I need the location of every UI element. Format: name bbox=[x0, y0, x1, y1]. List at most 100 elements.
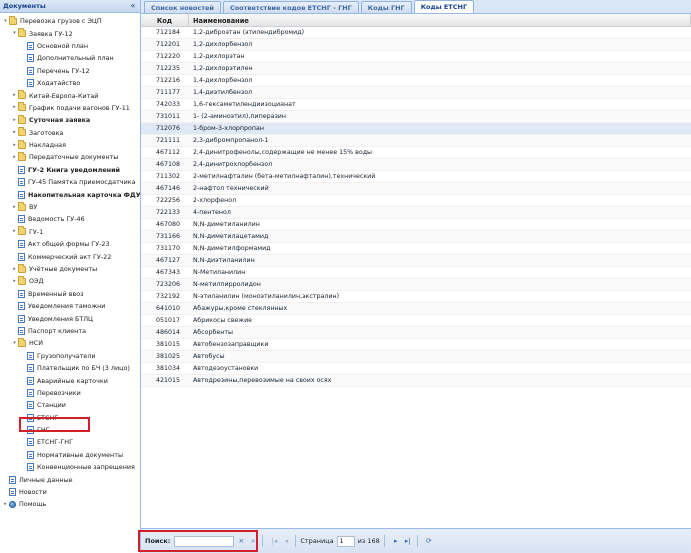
table-row[interactable]: 731011 1- (2-аминоэтил),пиперазин bbox=[141, 111, 691, 123]
tree-item[interactable]: ГНГ bbox=[0, 424, 140, 436]
tree-item[interactable]: Перечень ГУ-12 bbox=[0, 65, 140, 77]
collapse-icon[interactable]: « bbox=[128, 1, 138, 11]
tree-item[interactable]: Плательщик по БЧ (3 лицо) bbox=[0, 362, 140, 374]
tree-item[interactable]: Нормативные документы bbox=[0, 449, 140, 461]
table-row[interactable]: 711177 1,4-диэтилбензол bbox=[141, 87, 691, 99]
table-row[interactable]: 721111 2,3-дибромпропанол-1 bbox=[141, 135, 691, 147]
table-row[interactable]: 467127 N,N-диэтиланилин bbox=[141, 255, 691, 267]
tree-item[interactable]: ▸ ОЭД bbox=[0, 275, 140, 287]
search-icon[interactable]: ⌕ bbox=[248, 536, 258, 546]
tree-item[interactable]: Дополнительный план bbox=[0, 52, 140, 64]
expand-node-icon[interactable]: ▸ bbox=[11, 278, 18, 285]
table-row[interactable]: 712220 1,2-дихлорэтан bbox=[141, 51, 691, 63]
tree-item[interactable]: Личные данные bbox=[0, 473, 140, 485]
tree-item[interactable]: Основной план bbox=[0, 40, 140, 52]
expand-node-icon[interactable]: ▸ bbox=[11, 117, 18, 124]
table-row[interactable]: 731166 N,N-диметилацетамид bbox=[141, 231, 691, 243]
column-header-name[interactable]: Наименование bbox=[189, 14, 691, 27]
tree-item[interactable]: ГУ-2 Книга уведомлений bbox=[0, 164, 140, 176]
prev-page-icon[interactable]: ◂ bbox=[281, 536, 291, 546]
search-input[interactable] bbox=[174, 535, 235, 547]
tree-item[interactable]: Акт общей формы ГУ-23 bbox=[0, 238, 140, 250]
tree-item[interactable]: Аварийные карточки bbox=[0, 374, 140, 386]
tree-item[interactable]: Станции bbox=[0, 399, 140, 411]
table-row[interactable]: 467080 N,N-диметиланилин bbox=[141, 219, 691, 231]
tab-etsng-gng-mapping[interactable]: Соответствие кодов ЕТСНГ - ГНГ bbox=[222, 1, 359, 13]
tree-item[interactable]: Перевозчики bbox=[0, 387, 140, 399]
expand-node-icon[interactable]: ▸ bbox=[2, 501, 9, 508]
table-row[interactable]: 712235 1,2-дихлорэтилен bbox=[141, 63, 691, 75]
tab-etsng-codes[interactable]: Коды ЕТСНГ bbox=[413, 0, 475, 13]
tree-item[interactable]: ▸ Заготовка bbox=[0, 127, 140, 139]
collapse-node-icon[interactable]: ▾ bbox=[2, 18, 9, 25]
table-row[interactable]: 722133 4-пентенол bbox=[141, 207, 691, 219]
expand-node-icon[interactable]: ▸ bbox=[11, 154, 18, 161]
tree-item[interactable]: Временный ввоз bbox=[0, 288, 140, 300]
tree-item[interactable]: Накопительная карточка ФДУ- bbox=[0, 188, 140, 200]
tree-item[interactable]: ▸ Помощь bbox=[0, 498, 140, 510]
expand-node-icon[interactable]: ▸ bbox=[11, 204, 18, 211]
table-row[interactable]: 722256 2-хлорфенол bbox=[141, 195, 691, 207]
collapse-node-icon[interactable]: ▾ bbox=[11, 30, 18, 37]
clear-search-icon[interactable]: × bbox=[236, 536, 246, 546]
expand-node-icon[interactable]: ▸ bbox=[11, 92, 18, 99]
table-row[interactable]: 712201 1,2-дихлорбензол bbox=[141, 39, 691, 51]
tree-item[interactable]: Грузополучатели bbox=[0, 350, 140, 362]
table-row[interactable]: 467108 2,4-динитрохлорбензол bbox=[141, 159, 691, 171]
table-row[interactable]: 742033 1,6-гексаметилендиизоцианат bbox=[141, 99, 691, 111]
tree-item[interactable]: ▸ Учётные документы bbox=[0, 263, 140, 275]
table-row[interactable]: 486014 Абсорбенты bbox=[141, 327, 691, 339]
tree-item[interactable]: ЕТСНГ-ГНГ bbox=[0, 436, 140, 448]
table-row[interactable]: 381034 Автодезоустановки bbox=[141, 363, 691, 375]
table-row[interactable]: 641010 Абажуры,кроме стеклянных bbox=[141, 303, 691, 315]
page-number-input[interactable] bbox=[336, 535, 355, 547]
tree-item[interactable]: ▸ Накладная bbox=[0, 139, 140, 151]
tree-item[interactable]: Паспорт клиента bbox=[0, 325, 140, 337]
last-page-icon[interactable]: ▸| bbox=[403, 536, 413, 546]
expand-node-icon[interactable]: ▸ bbox=[11, 266, 18, 273]
table-row[interactable]: 732192 N-этиланилин (моноэтиланилин,экстр… bbox=[141, 291, 691, 303]
tree-item[interactable]: Уведомления таможни bbox=[0, 300, 140, 312]
tree-item[interactable]: Конвенционные запрещения bbox=[0, 461, 140, 473]
table-row[interactable]: 723206 N-метилпирролидон bbox=[141, 279, 691, 291]
tab-news-list[interactable]: Список новостей bbox=[144, 1, 221, 13]
table-row[interactable]: 711302 2-метилнафталин (бета-метилнафтали… bbox=[141, 171, 691, 183]
tree-item[interactable]: ▾ Заявка ГУ-12 bbox=[0, 27, 140, 39]
table-row[interactable]: 467146 2-нафтол технический bbox=[141, 183, 691, 195]
table-row[interactable]: 731170 N,N-диметилформамид bbox=[141, 243, 691, 255]
tree-item[interactable]: ▸ Китай-Европа-Китай bbox=[0, 89, 140, 101]
expand-node-icon[interactable]: ▸ bbox=[11, 228, 18, 235]
tree-item[interactable]: Новости bbox=[0, 486, 140, 498]
tree-item[interactable]: Ведомость ГУ-46 bbox=[0, 213, 140, 225]
table-row[interactable]: 467112 2,4-динитрофенолы,содержащие не ме… bbox=[141, 147, 691, 159]
table-row[interactable]: 467343 N-Метиланилин bbox=[141, 267, 691, 279]
tree-item[interactable]: ▾ НСИ bbox=[0, 337, 140, 349]
tree-item[interactable]: ▸ ГУ-1 bbox=[0, 226, 140, 238]
tree-item[interactable]: ▸ График подачи вагонов ГУ-11 bbox=[0, 102, 140, 114]
tree-item[interactable]: ГУ-45 Памятка приемосдатчика bbox=[0, 176, 140, 188]
collapse-node-icon[interactable]: ▾ bbox=[11, 340, 18, 347]
table-row[interactable]: 712076 1-бром-3-хлорпропан bbox=[141, 123, 691, 135]
tree-item[interactable]: Коммерческий акт ГУ-22 bbox=[0, 250, 140, 262]
column-header-code[interactable]: Код bbox=[141, 14, 189, 27]
tree-item[interactable]: ▾ Перевозка грузов с ЭЦП bbox=[0, 15, 140, 27]
tab-gng-codes[interactable]: Коды ГНГ bbox=[360, 1, 412, 13]
refresh-icon[interactable]: ⟳ bbox=[424, 536, 434, 546]
table-row[interactable]: 381015 Автобензозаправщики bbox=[141, 339, 691, 351]
table-row[interactable]: 381025 Автобусы bbox=[141, 351, 691, 363]
first-page-icon[interactable]: |◂ bbox=[269, 536, 279, 546]
tree-item[interactable]: ▸ ВУ bbox=[0, 201, 140, 213]
table-row[interactable]: 051017 Абрикосы свежие bbox=[141, 315, 691, 327]
tree-item[interactable]: ЕТСНГ bbox=[0, 412, 140, 424]
tree-item[interactable]: Ходатайство bbox=[0, 77, 140, 89]
table-row[interactable]: 712216 1,4-дихлорбензол bbox=[141, 75, 691, 87]
table-row[interactable]: 421015 Автодрезины,перевозимые на своих о… bbox=[141, 375, 691, 387]
tree-item[interactable]: ▸ Передаточные документы bbox=[0, 151, 140, 163]
expand-node-icon[interactable]: ▸ bbox=[11, 129, 18, 136]
expand-node-icon[interactable]: ▸ bbox=[11, 142, 18, 149]
tree-item[interactable]: ▸ Суточная заявка bbox=[0, 114, 140, 126]
next-page-icon[interactable]: ▸ bbox=[391, 536, 401, 546]
expand-node-icon[interactable]: ▸ bbox=[11, 104, 18, 111]
tree-item[interactable]: Уведомления БТЛЦ bbox=[0, 312, 140, 324]
table-row[interactable]: 712184 1,2-диброэтан (этилендибромид) bbox=[141, 27, 691, 39]
